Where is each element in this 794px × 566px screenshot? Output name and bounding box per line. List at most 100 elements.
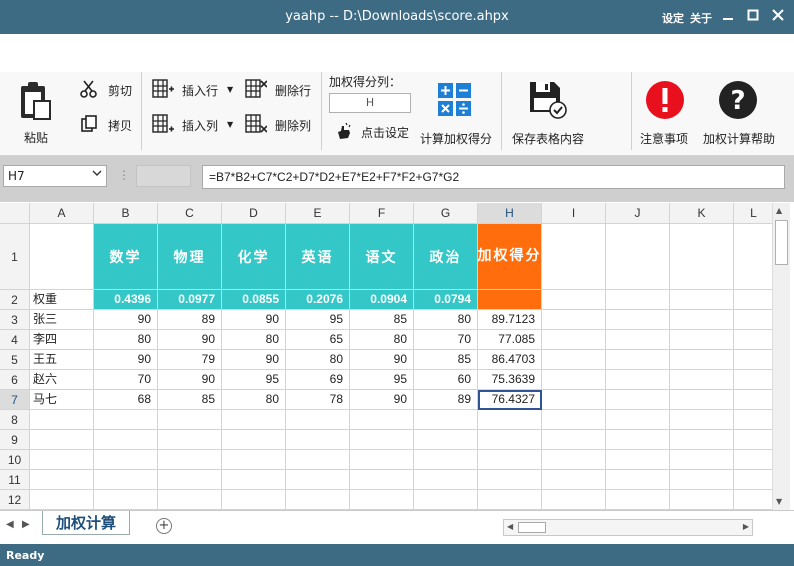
subject-header-cell[interactable]: 语文 [350, 224, 414, 290]
empty-cell[interactable] [222, 490, 286, 510]
click-set-button[interactable]: 点击设定 [335, 121, 415, 143]
empty-cell[interactable] [606, 390, 670, 410]
score-cell[interactable]: 68 [94, 390, 158, 410]
empty-cell[interactable] [542, 290, 606, 310]
empty-cell[interactable] [30, 490, 94, 510]
score-column-input[interactable]: H [329, 93, 411, 113]
student-name-cell[interactable]: 赵六 [30, 370, 94, 390]
score-cell[interactable]: 90 [350, 350, 414, 370]
empty-cell[interactable] [158, 490, 222, 510]
row-header[interactable]: 3 [0, 310, 30, 330]
student-name-cell[interactable]: 李四 [30, 330, 94, 350]
empty-cell[interactable] [158, 450, 222, 470]
menu-settings[interactable]: 设定 [662, 10, 684, 26]
score-cell[interactable]: 80 [222, 390, 286, 410]
score-cell[interactable]: 69 [286, 370, 350, 390]
add-sheet-icon[interactable]: + [156, 518, 172, 534]
row-header[interactable]: 9 [0, 430, 30, 450]
empty-cell[interactable] [606, 224, 670, 290]
score-cell[interactable]: 80 [286, 350, 350, 370]
empty-cell[interactable] [414, 490, 478, 510]
save-table-button[interactable]: 保存表格内容 [508, 78, 590, 148]
empty-cell[interactable] [542, 430, 606, 450]
insert-row-button[interactable]: 插入行 ▼ [152, 79, 236, 101]
empty-cell[interactable] [542, 224, 606, 290]
empty-cell[interactable] [606, 470, 670, 490]
paste-button[interactable]: 粘贴 [14, 78, 60, 148]
empty-cell[interactable] [158, 470, 222, 490]
empty-cell[interactable] [478, 410, 542, 430]
score-cell[interactable]: 79 [158, 350, 222, 370]
empty-cell[interactable] [94, 470, 158, 490]
empty-cell[interactable] [158, 430, 222, 450]
empty-cell[interactable] [670, 310, 734, 330]
column-header[interactable]: H [478, 203, 542, 224]
score-cell[interactable]: 65 [286, 330, 350, 350]
empty-cell[interactable] [606, 290, 670, 310]
empty-cell[interactable] [30, 470, 94, 490]
score-cell[interactable]: 85 [350, 310, 414, 330]
score-cell[interactable]: 95 [350, 370, 414, 390]
empty-cell[interactable] [542, 350, 606, 370]
name-box[interactable]: H7 [3, 165, 107, 187]
empty-cell[interactable] [670, 430, 734, 450]
weight-cell-result[interactable] [478, 290, 542, 310]
weight-cell[interactable]: 0.4396 [94, 290, 158, 310]
tab-next-icon[interactable]: ▶ [22, 519, 30, 530]
weighted-score-cell[interactable]: 77.085 [478, 330, 542, 350]
empty-cell[interactable] [222, 410, 286, 430]
empty-cell[interactable] [286, 410, 350, 430]
empty-cell[interactable] [94, 490, 158, 510]
select-all-corner[interactable] [0, 203, 30, 224]
calc-weighted-button[interactable]: 计算加权得分 [418, 78, 496, 148]
insert-col-button[interactable]: 插入列 ▼ [152, 114, 236, 136]
row-header[interactable]: 12 [0, 490, 30, 510]
empty-cell[interactable] [670, 390, 734, 410]
empty-cell[interactable] [286, 450, 350, 470]
score-cell[interactable]: 85 [158, 390, 222, 410]
column-header[interactable]: I [542, 203, 606, 224]
empty-cell[interactable] [542, 450, 606, 470]
score-cell[interactable]: 85 [414, 350, 478, 370]
score-cell[interactable]: 90 [158, 370, 222, 390]
empty-cell[interactable] [286, 470, 350, 490]
empty-cell[interactable] [670, 490, 734, 510]
empty-cell[interactable] [542, 390, 606, 410]
empty-cell[interactable] [606, 450, 670, 470]
empty-cell[interactable] [30, 410, 94, 430]
score-cell[interactable]: 90 [158, 330, 222, 350]
score-cell[interactable]: 89 [158, 310, 222, 330]
empty-cell[interactable] [734, 430, 772, 450]
empty-cell[interactable] [350, 490, 414, 510]
row-header[interactable]: 10 [0, 450, 30, 470]
empty-cell[interactable] [94, 450, 158, 470]
empty-cell[interactable] [286, 430, 350, 450]
column-header[interactable]: J [606, 203, 670, 224]
score-cell[interactable]: 70 [414, 330, 478, 350]
weighted-score-cell[interactable]: 89.7123 [478, 310, 542, 330]
subject-header-cell[interactable]: 数学 [94, 224, 158, 290]
empty-cell[interactable] [222, 430, 286, 450]
scroll-down-icon[interactable]: ▼ [776, 497, 782, 506]
empty-cell[interactable] [734, 450, 772, 470]
scroll-right-icon[interactable]: ▶ [743, 522, 749, 531]
score-cell[interactable]: 80 [94, 330, 158, 350]
empty-cell[interactable] [542, 490, 606, 510]
empty-cell[interactable] [350, 410, 414, 430]
subject-header-cell[interactable]: 物理 [158, 224, 222, 290]
weight-cell[interactable]: 0.0855 [222, 290, 286, 310]
score-cell[interactable]: 90 [222, 310, 286, 330]
empty-cell[interactable] [606, 410, 670, 430]
score-cell[interactable]: 78 [286, 390, 350, 410]
empty-cell[interactable] [350, 430, 414, 450]
score-cell[interactable]: 80 [350, 330, 414, 350]
selected-cell[interactable]: 76.4327 [478, 390, 542, 410]
formula-input[interactable]: =B7*B2+C7*C2+D7*D2+E7*E2+F7*F2+G7*G2 [202, 165, 785, 189]
row-header[interactable]: 8 [0, 410, 30, 430]
empty-cell[interactable] [606, 370, 670, 390]
row-header[interactable]: 6 [0, 370, 30, 390]
score-cell[interactable]: 60 [414, 370, 478, 390]
column-header[interactable]: D [222, 203, 286, 224]
row-header[interactable]: 2 [0, 290, 30, 310]
score-cell[interactable]: 95 [286, 310, 350, 330]
